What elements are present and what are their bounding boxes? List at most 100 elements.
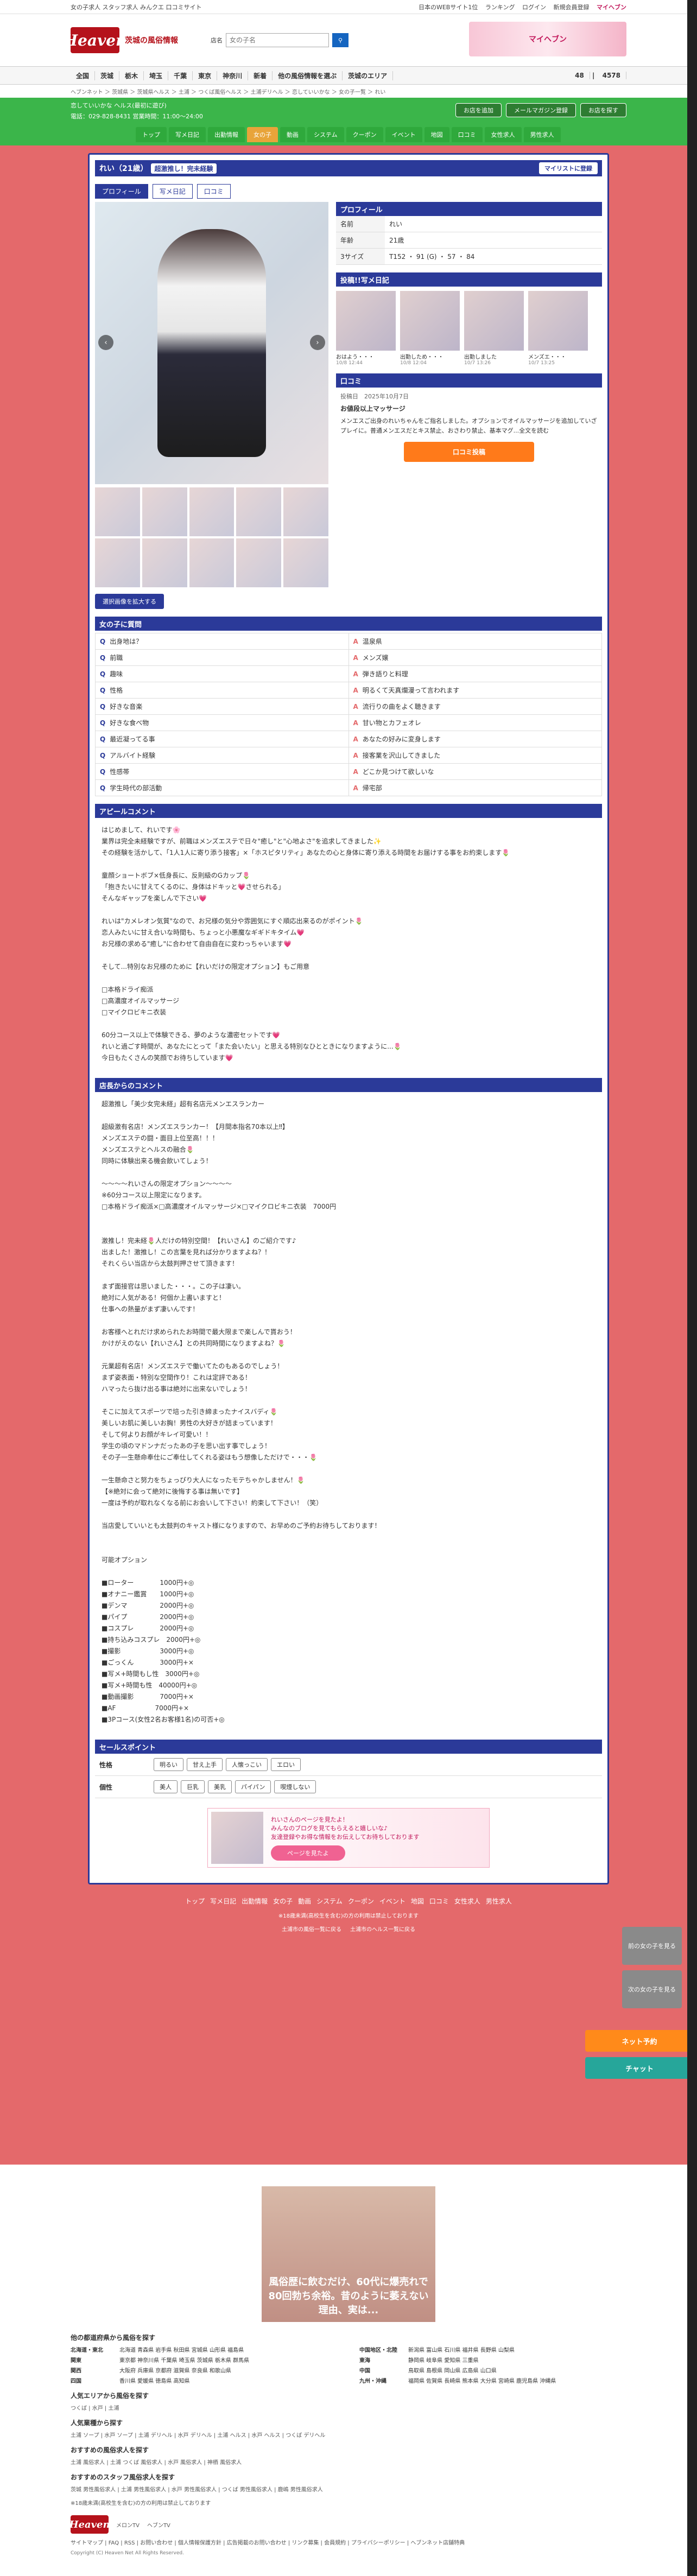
- photo-thumbnail[interactable]: [142, 487, 187, 536]
- review-date: 投稿日 2025年10月7日: [340, 393, 409, 400]
- footnav-item[interactable]: 女の子: [273, 1896, 293, 1906]
- photo-thumbnail[interactable]: [283, 538, 328, 587]
- promo-button[interactable]: ページを見たよ: [271, 1845, 345, 1861]
- photo-thumbnail[interactable]: [236, 538, 282, 587]
- find-shop-button[interactable]: お店を探す: [580, 103, 626, 117]
- top-link-login[interactable]: ログイン: [522, 4, 546, 11]
- footnav-item[interactable]: 写メ日記: [210, 1896, 236, 1906]
- photo-thumbnail[interactable]: [283, 487, 328, 536]
- diary-item[interactable]: おはよう・・・ 10/8 12:44: [336, 291, 396, 366]
- nav-item[interactable]: 栃木: [119, 71, 144, 80]
- enlarge-photo-button[interactable]: 選択画像を拡大する: [95, 594, 164, 609]
- tab-system[interactable]: システム: [307, 127, 344, 142]
- tab-schedule[interactable]: 出勤情報: [208, 127, 245, 142]
- subtab-profile[interactable]: プロフィール: [95, 184, 148, 199]
- diary-item[interactable]: 出勤しため・・・ 10/8 12:04: [400, 291, 460, 366]
- add-mylist-button[interactable]: マイリストに登録: [539, 162, 598, 174]
- nav-item[interactable]: 東京: [193, 71, 218, 80]
- subtab-diary[interactable]: 写メ日記: [152, 184, 193, 199]
- next-girl-button[interactable]: 次の女の子を見る: [622, 1970, 682, 2008]
- tab-review[interactable]: 口コミ: [451, 127, 483, 142]
- myheaven-banner[interactable]: マイヘブン: [469, 22, 626, 56]
- tab-girls[interactable]: 女の子: [247, 127, 278, 142]
- back-to-type-link[interactable]: 土浦市のヘルス一覧に戻る: [350, 1927, 415, 1933]
- diary-thumbnail[interactable]: [400, 291, 460, 351]
- breadcrumb[interactable]: ヘブンネット ＞ 茨城県 ＞ 茨城県ヘルス ＞ 土浦 ＞ つくば風俗ヘルス ＞ …: [0, 85, 697, 98]
- diary-thumbnail[interactable]: [528, 291, 588, 351]
- photo-thumbnail[interactable]: [189, 487, 235, 536]
- footnav-item[interactable]: クーポン: [348, 1896, 374, 1906]
- sales-tag: 甘え上手: [187, 1758, 223, 1771]
- search-input[interactable]: [226, 33, 329, 47]
- post-review-button[interactable]: 口コミ投稿: [404, 442, 534, 462]
- tab-diary[interactable]: 写メ日記: [169, 127, 206, 142]
- photo-thumbnail[interactable]: [142, 538, 187, 587]
- tab-coupon[interactable]: クーポン: [346, 127, 383, 142]
- footer-logo[interactable]: Heaven: [69, 2515, 110, 2534]
- diary-item[interactable]: 出勤しました 10/7 13:26: [464, 291, 524, 366]
- photo-thumbnail[interactable]: [189, 538, 235, 587]
- nav-item[interactable]: 神奈川: [217, 71, 249, 80]
- tab-top[interactable]: トップ: [136, 127, 167, 142]
- nav-item[interactable]: 茨城: [95, 71, 120, 80]
- top-link-ranking[interactable]: ランキング: [485, 4, 515, 11]
- sns-link[interactable]: ヘブンTV: [147, 2521, 170, 2529]
- footnav-item[interactable]: イベント: [379, 1896, 405, 1906]
- footnav-item[interactable]: 動画: [298, 1896, 311, 1906]
- tab-female-job[interactable]: 女性求人: [484, 127, 522, 142]
- footnav-item[interactable]: 口コミ: [429, 1896, 449, 1906]
- nav-item[interactable]: 他の風俗情報を選ぶ: [273, 71, 343, 80]
- top-link-register[interactable]: 新規会員登録: [554, 4, 590, 11]
- staff-links[interactable]: 茨城 男性風俗求人 | 土浦 男性風俗求人 | 水戸 男性風俗求人 | つくば …: [71, 2485, 626, 2493]
- net-reserve-button[interactable]: ネット予約: [585, 2030, 694, 2052]
- area-row: 中国地区・北陸 新潟県 富山県 石川県 福井県 長野県 山梨県: [359, 2347, 515, 2353]
- top-link-myheaven[interactable]: マイヘブン: [597, 4, 626, 11]
- sns-link[interactable]: メロンTV: [116, 2521, 140, 2529]
- popular-type-links[interactable]: 土浦 ソープ | 水戸 ソープ | 土浦 デリヘル | 水戸 デリヘル | 土浦…: [71, 2431, 626, 2439]
- review-body[interactable]: メンエスご出身のれいちゃんをご指名しました。オプションでオイルマッサージを追加し…: [340, 416, 598, 435]
- tab-video[interactable]: 動画: [280, 127, 305, 142]
- diary-item[interactable]: メンズエ・・・ 10/7 13:25: [528, 291, 588, 366]
- footnav-item[interactable]: 出勤情報: [242, 1896, 268, 1906]
- area-row: 九州・沖縄 福岡県 佐賀県 長崎県 熊本県 大分県 宮崎県 鹿児島県 沖縄県: [359, 2378, 556, 2384]
- tab-event[interactable]: イベント: [385, 127, 422, 142]
- diary-thumbnail[interactable]: [336, 291, 396, 351]
- page-scrollbar[interactable]: [687, 0, 697, 2576]
- prev-girl-button[interactable]: 前の女の子を見る: [622, 1927, 682, 1965]
- tab-map[interactable]: 地図: [424, 127, 449, 142]
- review-heading[interactable]: お値段以上マッサージ: [340, 404, 598, 413]
- mail-magazine-button[interactable]: メールマガジン登録: [506, 103, 576, 117]
- footnav-item[interactable]: トップ: [185, 1896, 205, 1906]
- nav-item[interactable]: 新着: [248, 71, 273, 80]
- footnav-item[interactable]: システム: [316, 1896, 343, 1906]
- photo-thumbnail[interactable]: [236, 487, 282, 536]
- footer-ad[interactable]: 風俗歴に飲むだけ、60代に爆売れで80回勃ち余裕。昔のように萎えない理由、実は.…: [262, 2186, 435, 2322]
- table-row: 名前 れい: [336, 216, 602, 232]
- site-logo[interactable]: Heaven: [64, 27, 126, 53]
- nav-item[interactable]: 茨城のエリア: [343, 71, 394, 80]
- footnav-item[interactable]: 男性求人: [486, 1896, 512, 1906]
- add-shop-button[interactable]: お店を追加: [455, 103, 502, 117]
- footnav-item[interactable]: 地図: [411, 1896, 424, 1906]
- back-to-area-link[interactable]: 土浦市の風俗一覧に戻る: [282, 1927, 341, 1933]
- top-tagline: 女の子求人 スタッフ求人 みんクエ 口コミサイト: [71, 3, 202, 11]
- nav-item[interactable]: 全国: [71, 71, 96, 80]
- next-photo-button[interactable]: ›: [310, 335, 325, 350]
- diary-thumbnail[interactable]: [464, 291, 524, 351]
- popular-area-links[interactable]: つくば | 水戸 | 土浦: [71, 2403, 626, 2412]
- main-photo[interactable]: ‹ ›: [95, 202, 328, 484]
- top-link-ranking-site[interactable]: 日本のWEBサイト1位: [419, 4, 478, 11]
- nav-item[interactable]: 千葉: [168, 71, 193, 80]
- rec-links[interactable]: 土浦 風俗求人 | 土浦 つくば 風俗求人 | 水戸 風俗求人 | 神栖 風俗求…: [71, 2458, 626, 2466]
- table-row: Q 最近凝ってる事 A あなたの好みに変身します: [95, 731, 602, 747]
- footnav-item[interactable]: 女性求人: [454, 1896, 480, 1906]
- nav-item[interactable]: 埼玉: [144, 71, 169, 80]
- prev-photo-button[interactable]: ‹: [98, 335, 113, 350]
- tab-male-job[interactable]: 男性求人: [523, 127, 561, 142]
- photo-thumbnail[interactable]: [95, 538, 140, 587]
- footer-links[interactable]: サイトマップ | FAQ | RSS | お問い合わせ | 個人情報保護方針 |…: [71, 2538, 626, 2546]
- chat-button[interactable]: チャット: [585, 2057, 694, 2079]
- search-button[interactable]: ⚲: [332, 33, 348, 47]
- photo-thumbnail[interactable]: [95, 487, 140, 536]
- subtab-review[interactable]: 口コミ: [197, 184, 231, 199]
